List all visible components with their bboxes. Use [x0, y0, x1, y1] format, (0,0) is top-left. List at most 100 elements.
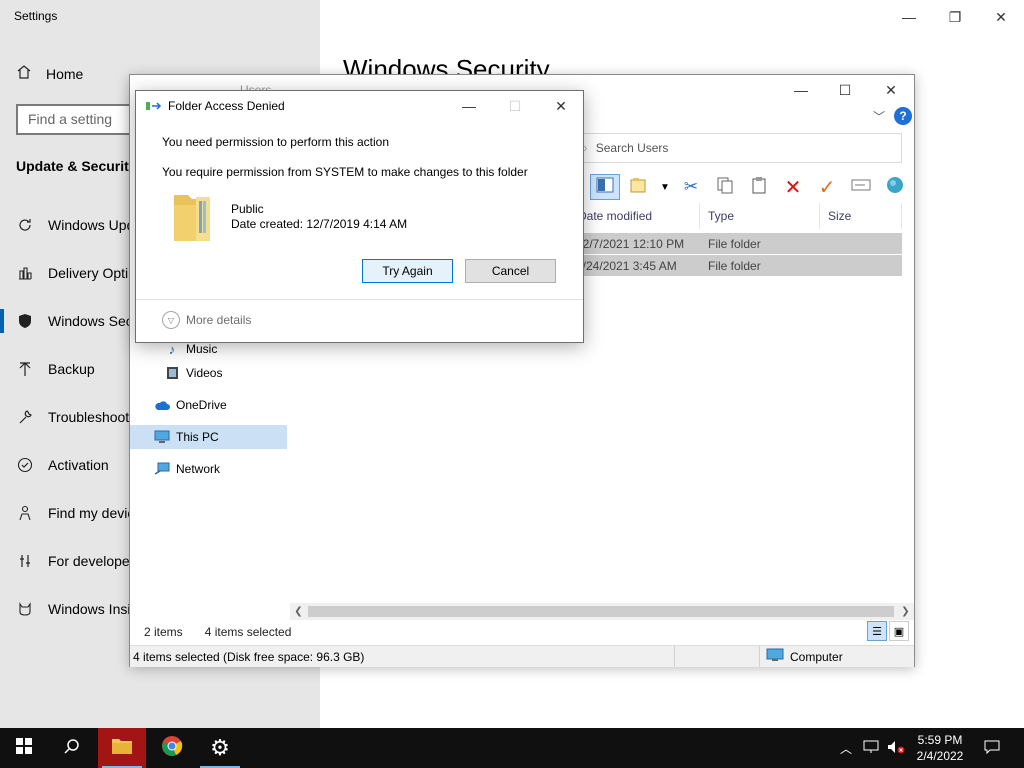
scroll-left-arrow[interactable]: ❮ — [290, 603, 307, 620]
close-icon: ✕ — [995, 8, 1007, 25]
row-type: File folder — [708, 258, 761, 273]
settings-window-title: Settings — [14, 9, 58, 23]
settings-restore-button[interactable]: ❐ — [932, 4, 978, 30]
nav-item-onedrive[interactable]: OneDrive — [154, 397, 227, 413]
cancel-button[interactable]: Cancel — [465, 259, 556, 283]
large-icons-view-button[interactable]: ▣ — [889, 621, 909, 641]
search-input[interactable]: ⌕ Search Users — [570, 133, 902, 163]
nav-item-music[interactable]: ♪ Music — [164, 341, 218, 357]
explorer-minimize-button[interactable]: — — [778, 77, 824, 103]
notification-icon — [984, 740, 1000, 757]
taskbar-chrome[interactable] — [148, 728, 196, 768]
insider-cat-icon — [16, 600, 34, 618]
folder-access-denied-dialog: Folder Access Denied — ☐ ✕ You need perm… — [135, 90, 584, 343]
settings-home-link[interactable]: Home — [16, 64, 83, 83]
dialog-title-bar: Folder Access Denied — ☐ ✕ — [136, 91, 583, 121]
properties-dropdown[interactable]: ▼ — [658, 174, 672, 200]
sync-icon — [16, 216, 34, 234]
chevron-right-icon: ❯ — [901, 606, 910, 617]
delivery-optimization-icon — [16, 264, 34, 282]
status-location-label: Computer — [790, 649, 843, 664]
close-icon: ✕ — [555, 97, 567, 114]
scrollbar-thumb[interactable] — [308, 606, 894, 617]
taskbar-settings[interactable]: ⚙ — [196, 728, 244, 768]
properties-icon — [630, 177, 648, 198]
scroll-right-arrow[interactable]: ❯ — [897, 603, 914, 620]
more-details-toggle[interactable]: ▽ More details — [162, 311, 251, 329]
globe-icon — [885, 175, 905, 200]
apply-button[interactable]: ✓ — [812, 174, 842, 200]
dialog-close-button[interactable]: ✕ — [538, 93, 584, 119]
column-label: Date modified — [578, 209, 653, 223]
ribbon-expand-button[interactable]: ﹀ — [873, 108, 885, 125]
paste-button[interactable] — [744, 174, 774, 200]
dialog-detail: You require permission from SYSTEM to ma… — [162, 165, 528, 179]
details-view-button[interactable]: ☰ — [867, 621, 887, 641]
network-icon — [154, 461, 170, 477]
check-circle-icon — [16, 456, 34, 474]
action-center-button[interactable] — [980, 728, 1004, 768]
copy-button[interactable] — [710, 174, 740, 200]
cut-button[interactable]: ✂ — [676, 174, 706, 200]
developer-icon — [16, 552, 34, 570]
taskbar-search-button[interactable] — [48, 728, 96, 768]
properties-button[interactable] — [624, 174, 654, 200]
move-folder-icon — [146, 100, 162, 112]
find-setting-input[interactable]: Find a setting — [16, 104, 140, 135]
table-row[interactable]: 1/24/2021 3:45 AM File folder — [570, 255, 902, 276]
items-count: 2 items — [144, 625, 183, 639]
shield-icon — [16, 312, 34, 330]
nav-item-this-pc[interactable]: This PC — [154, 429, 219, 445]
help-button[interactable]: ? — [894, 107, 912, 125]
column-date-modified[interactable]: Date modified — [570, 203, 700, 229]
preview-pane-button[interactable] — [590, 174, 620, 200]
windows-logo-icon — [16, 737, 32, 759]
network-status-button[interactable] — [860, 728, 882, 768]
network-globe-button[interactable] — [880, 174, 910, 200]
explorer-maximize-button[interactable]: ☐ — [822, 77, 868, 103]
nav-item-label: Music — [186, 342, 218, 356]
scissors-icon: ✂ — [683, 177, 699, 196]
minimize-icon: — — [794, 82, 808, 98]
sidebar-item-label: For developers — [48, 553, 142, 569]
row-date: 12/7/2021 12:10 PM — [576, 236, 685, 251]
row-type: File folder — [708, 236, 761, 251]
table-row[interactable]: 12/7/2021 12:10 PM File folder — [570, 233, 902, 254]
chevron-up-icon: ︿ — [839, 741, 852, 756]
volume-button[interactable] — [884, 728, 908, 768]
delete-button[interactable]: ✕ — [778, 174, 808, 200]
column-label: Type — [708, 209, 735, 223]
gear-icon: ⚙ — [210, 735, 230, 760]
column-size[interactable]: Size — [820, 203, 902, 229]
orange-check-icon: ✓ — [818, 176, 836, 199]
taskbar-file-explorer[interactable] — [98, 728, 146, 768]
column-type[interactable]: Type — [700, 203, 820, 229]
video-icon — [164, 365, 180, 381]
explorer-close-button[interactable]: ✕ — [868, 77, 914, 103]
settings-close-button[interactable]: ✕ — [978, 4, 1024, 30]
nav-item-label: OneDrive — [176, 398, 227, 412]
dialog-divider — [136, 299, 583, 300]
start-button[interactable] — [0, 728, 48, 768]
chrome-icon — [161, 735, 183, 762]
column-header-row: Date modified Type Size — [570, 203, 902, 229]
taskbar-clock[interactable]: 5:59 PM 2/4/2022 — [912, 732, 968, 764]
status-spacer — [675, 646, 760, 667]
status-selection-text: 4 items selected (Disk free space: 96.3 … — [130, 646, 675, 667]
show-hidden-icons-button[interactable]: ︿ — [836, 728, 856, 768]
nav-item-videos[interactable]: Videos — [164, 365, 222, 381]
nav-item-label: Videos — [186, 366, 223, 380]
dialog-title: Folder Access Denied — [168, 99, 285, 113]
nav-item-network[interactable]: Network — [154, 461, 220, 477]
dialog-minimize-button[interactable]: — — [446, 93, 492, 119]
computer-icon — [154, 429, 170, 445]
red-x-icon: ✕ — [784, 176, 802, 199]
large-icons-view-icon: ▣ — [893, 625, 905, 638]
rename-button[interactable] — [846, 174, 876, 200]
settings-minimize-button[interactable]: — — [886, 4, 932, 30]
computer-icon — [766, 648, 784, 665]
person-location-icon — [16, 504, 34, 522]
horizontal-scrollbar[interactable]: ❮ ❯ — [290, 603, 914, 620]
try-again-button[interactable]: Try Again — [362, 259, 453, 283]
search-icon — [64, 738, 80, 759]
